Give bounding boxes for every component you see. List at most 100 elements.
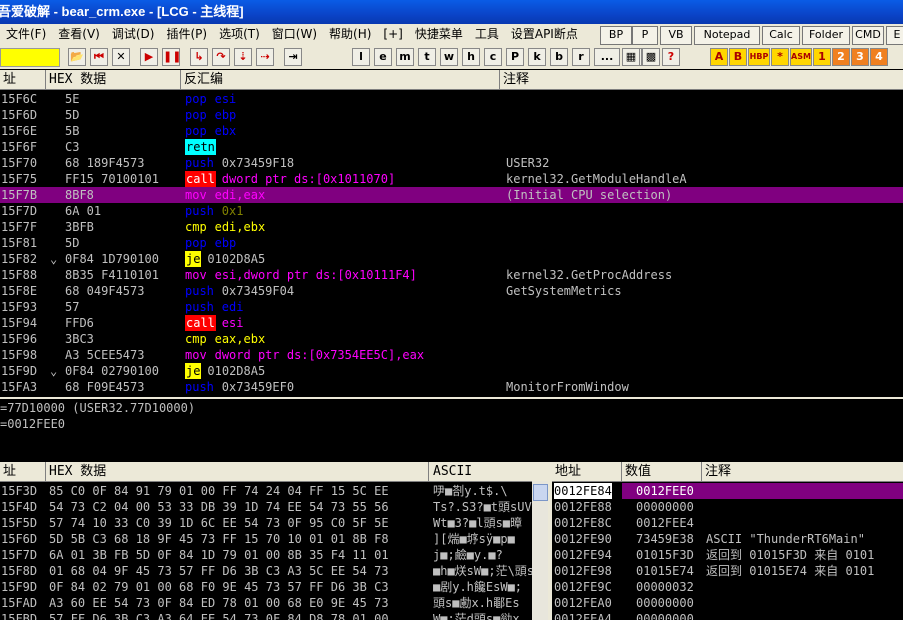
col-stack-address[interactable]: 地址 bbox=[552, 462, 622, 481]
disasm-pane[interactable]: 15F6C 5E pop esi 15F6D 5D pop ebp 15F6E 5B pop ebx 1… bbox=[0, 90, 903, 395]
plugin-icon[interactable]: 3 bbox=[851, 48, 869, 66]
disasm-row[interactable]: 15F6F C3 retn bbox=[0, 139, 903, 155]
disasm-row[interactable]: 15F75 FF15 70100101 call dword ptr ds:[0x10… bbox=[0, 171, 903, 187]
grid-icon[interactable]: ▦ bbox=[622, 48, 640, 66]
col-dump-ascii[interactable]: ASCII bbox=[430, 462, 548, 481]
disasm-row[interactable]: 15F81 5D pop ebp bbox=[0, 235, 903, 251]
col-dump-hex[interactable]: HEX 数据 bbox=[46, 462, 429, 481]
pause-icon[interactable]: ❚❚ bbox=[162, 48, 181, 66]
disasm-row[interactable]: 15F6C 5E pop esi bbox=[0, 91, 903, 107]
plugin-button[interactable]: CMD bbox=[852, 26, 884, 45]
stack-pane[interactable]: 0012FE84 0012FEE0 0012FE88 00000000 0012FE8C… bbox=[552, 482, 903, 620]
close-icon[interactable]: ✕ bbox=[112, 48, 130, 66]
stack-row[interactable]: 0012FEA4 00000000 bbox=[552, 611, 903, 620]
plugin-icon[interactable]: B bbox=[729, 48, 747, 66]
plugin-icon[interactable]: 1 bbox=[813, 48, 831, 66]
toolbar-letter-button[interactable]: P bbox=[506, 48, 524, 66]
disasm-row[interactable]: 15F70 68 189F4573 push 0x73459F18 USER32 bbox=[0, 155, 903, 171]
toolbar-letter-button[interactable]: r bbox=[572, 48, 590, 66]
plugin-button[interactable]: VB bbox=[660, 26, 692, 45]
col-stack-value[interactable]: 数值 bbox=[622, 462, 702, 481]
trace-into-icon[interactable]: ⇣ bbox=[234, 48, 252, 66]
plugin-icon[interactable]: * bbox=[771, 48, 789, 66]
disasm-row[interactable]: 15F6D 5D pop ebp bbox=[0, 107, 903, 123]
stack-row[interactable]: 0012FE94 01015F3D 返回到 01015F3D 来自 0101 bbox=[552, 547, 903, 563]
stack-row[interactable]: 0012FE8C 0012FEE4 bbox=[552, 515, 903, 531]
dump-row[interactable]: 15F8D 01 68 04 9F 45 73 57 FF D6 3B C3 A3… bbox=[0, 563, 532, 579]
col-disasm[interactable]: 反汇编 bbox=[181, 70, 500, 89]
menu-item[interactable]: 帮助(H) bbox=[323, 24, 377, 45]
dump-row[interactable]: 15F6D 5D 5B C3 68 18 9F 45 73 FF 15 70 10… bbox=[0, 531, 532, 547]
menu-item[interactable]: 查看(V) bbox=[52, 24, 106, 45]
plugin-icon[interactable]: 2 bbox=[832, 48, 850, 66]
stack-row[interactable]: 0012FE9C 00000032 bbox=[552, 579, 903, 595]
disasm-row[interactable]: 15F88 8B35 F4110101 mov esi,dword ptr ds:[0… bbox=[0, 267, 903, 283]
plugin-icon[interactable]: A bbox=[710, 48, 728, 66]
stack-row[interactable]: 0012FE84 0012FEE0 bbox=[552, 483, 903, 499]
mem-icon[interactable]: ▩ bbox=[642, 48, 660, 66]
plugin-button[interactable]: P bbox=[632, 26, 658, 45]
toolbar-letter-button[interactable]: k bbox=[528, 48, 546, 66]
col-comment[interactable]: 注释 bbox=[500, 70, 903, 89]
toolbar-letter-button[interactable]: e bbox=[374, 48, 392, 66]
scroll-thumb[interactable] bbox=[533, 484, 548, 501]
menu-item[interactable]: 窗口(W) bbox=[266, 24, 323, 45]
run-icon[interactable]: ▶ bbox=[140, 48, 158, 66]
plugin-button[interactable]: E bbox=[886, 26, 903, 45]
dump-row[interactable]: 15F9D 0F 84 02 79 01 00 68 F0 9E 45 73 57… bbox=[0, 579, 532, 595]
dump-row[interactable]: 15F4D 54 73 C2 04 00 53 33 DB 39 1D 74 EE… bbox=[0, 499, 532, 515]
menu-item[interactable]: 选项(T) bbox=[213, 24, 266, 45]
menu-item[interactable]: 工具 bbox=[469, 24, 505, 45]
dump-row[interactable]: 15F3D 85 C0 0F 84 91 79 01 00 FF 74 24 04… bbox=[0, 483, 532, 499]
dump-row[interactable]: 15FAD A3 60 EE 54 73 0F 84 ED 78 01 00 68… bbox=[0, 595, 532, 611]
plugin-button[interactable]: Calc bbox=[762, 26, 800, 45]
toolbar-letter-button[interactable]: c bbox=[484, 48, 502, 66]
disasm-row[interactable]: 15F93 57 push edi bbox=[0, 299, 903, 315]
menu-item[interactable]: 设置API断点 bbox=[505, 24, 584, 45]
disasm-row[interactable]: 15F7D 6A 01 push 0x1 bbox=[0, 203, 903, 219]
plugin-icon[interactable]: HBP bbox=[748, 48, 770, 66]
col-address[interactable]: 址 bbox=[0, 70, 46, 89]
disasm-row[interactable]: 15F94 FFD6 call esi bbox=[0, 315, 903, 331]
col-stack-comment[interactable]: 注释 bbox=[702, 462, 903, 481]
menu-item[interactable]: 调试(D) bbox=[106, 24, 161, 45]
step-into-icon[interactable]: ↳ bbox=[190, 48, 208, 66]
restart-icon[interactable]: ⏮ bbox=[90, 48, 108, 66]
menu-item[interactable]: 文件(F) bbox=[0, 24, 52, 45]
toolbar-letter-button[interactable]: t bbox=[418, 48, 436, 66]
disasm-row[interactable]: 15F7B 8BF8 mov edi,eax (Initial CPU selectio… bbox=[0, 187, 903, 203]
plugin-icon[interactable]: ASM bbox=[790, 48, 812, 66]
toolbar-letter-button[interactable]: ... bbox=[594, 48, 620, 66]
disasm-row[interactable]: 15F9D 0F84 02790100 ⌄ je 0102D8A5 bbox=[0, 363, 903, 379]
disasm-row[interactable]: 15F98 A3 5CEE5473 mov dword ptr ds:[0x7354E… bbox=[0, 347, 903, 363]
toolbar-letter-button[interactable]: l bbox=[352, 48, 370, 66]
plugin-button[interactable]: Folder bbox=[802, 26, 850, 45]
disasm-row[interactable]: 15F6E 5B pop ebx bbox=[0, 123, 903, 139]
disasm-row[interactable]: 15FA3 68 F09E4573 push 0x73459EF0 MonitorFro… bbox=[0, 379, 903, 395]
disasm-row[interactable]: 15F8E 68 049F4573 push 0x73459F04 GetSystemM… bbox=[0, 283, 903, 299]
menu-item[interactable]: [+] bbox=[377, 24, 408, 45]
help-icon[interactable]: ? bbox=[662, 48, 680, 66]
disasm-row[interactable]: 15F96 3BC3 cmp eax,ebx bbox=[0, 331, 903, 347]
dump-scrollbar[interactable] bbox=[532, 481, 548, 620]
disasm-row[interactable]: 15F7F 3BFB cmp edi,ebx bbox=[0, 219, 903, 235]
stack-row[interactable]: 0012FE98 01015E74 返回到 01015E74 来自 0101 bbox=[552, 563, 903, 579]
dump-row[interactable]: 15F5D 57 74 10 33 C0 39 1D 6C EE 54 73 0F… bbox=[0, 515, 532, 531]
dump-row[interactable]: 15F7D 6A 01 3B FB 5D 0F 84 1D 79 01 00 8B… bbox=[0, 547, 532, 563]
plugin-icon[interactable]: 4 bbox=[870, 48, 888, 66]
info-pane[interactable]: =77D10000 (USER32.77D10000) =0012FEE0 bbox=[0, 397, 903, 463]
disasm-row[interactable]: 15F82 0F84 1D790100 ⌄ je 0102D8A5 bbox=[0, 251, 903, 267]
dump-pane[interactable]: 15F3D 85 C0 0F 84 91 79 01 00 FF 74 24 04… bbox=[0, 482, 532, 620]
toolbar-letter-button[interactable]: w bbox=[440, 48, 458, 66]
trace-over-icon[interactable]: ⇢ bbox=[256, 48, 274, 66]
step-over-icon[interactable]: ↷ bbox=[212, 48, 230, 66]
col-dump-address[interactable]: 址 bbox=[0, 462, 46, 481]
stack-row[interactable]: 0012FE88 00000000 bbox=[552, 499, 903, 515]
stack-row[interactable]: 0012FE90 73459E38 ASCII "ThunderRT6Main" bbox=[552, 531, 903, 547]
toolbar-letter-button[interactable]: b bbox=[550, 48, 568, 66]
stack-row[interactable]: 0012FEA0 00000000 bbox=[552, 595, 903, 611]
open-icon[interactable]: 📂 bbox=[68, 48, 86, 66]
menu-item[interactable]: 快捷菜单 bbox=[409, 24, 469, 45]
plugin-button[interactable]: BP bbox=[600, 26, 632, 45]
execute-till-return-icon[interactable]: ⇥ bbox=[284, 48, 302, 66]
